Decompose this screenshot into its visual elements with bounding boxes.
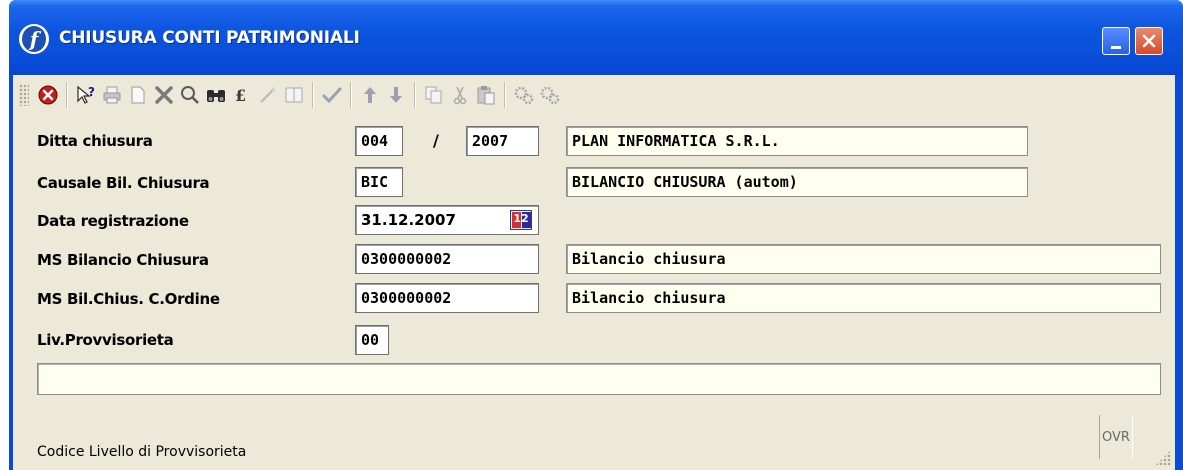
- message-bar: [37, 363, 1161, 395]
- ms-ordine-label: MS Bil.Chius. C.Ordine: [37, 290, 220, 308]
- copy-button[interactable]: [421, 81, 447, 109]
- ditta-separator: /: [433, 131, 439, 150]
- exit-icon: [38, 85, 58, 105]
- causale-code-field[interactable]: BIC: [355, 167, 403, 197]
- minimize-icon: [1111, 45, 1121, 49]
- ms-bilancio-label: MS Bilancio Chiusura: [37, 251, 209, 269]
- overwrite-mode-indicator: OVR: [1099, 415, 1133, 459]
- toolbar-grip[interactable]: [19, 84, 29, 106]
- lookup-icon: £: [235, 86, 246, 105]
- lookup-button[interactable]: £: [229, 81, 255, 109]
- minimize-button[interactable]: [1102, 27, 1130, 55]
- cut-button[interactable]: [447, 81, 473, 109]
- confirm-icon: [322, 87, 342, 104]
- gears-alt-icon: [540, 86, 560, 105]
- ms-bilancio-description-field: Bilancio chiusura: [566, 244, 1161, 274]
- confirm-button[interactable]: [319, 81, 345, 109]
- causale-label: Causale Bil. Chiusura: [37, 174, 210, 192]
- ms-ordine-description-field: Bilancio chiusura: [566, 283, 1161, 313]
- gears-button[interactable]: [511, 81, 537, 109]
- arrow-down-icon: [390, 87, 402, 103]
- ditta-code-field[interactable]: 004: [355, 126, 403, 156]
- ditta-year-field[interactable]: 2007: [466, 126, 539, 156]
- gears-icon: [514, 86, 534, 105]
- delete-button[interactable]: [151, 81, 177, 109]
- gears-alt-button[interactable]: [537, 81, 563, 109]
- close-button[interactable]: [1135, 27, 1163, 55]
- arrow-down-button[interactable]: [383, 81, 409, 109]
- close-icon: [1142, 34, 1156, 48]
- columns-icon: [285, 87, 303, 103]
- search-button[interactable]: [177, 81, 203, 109]
- new-button[interactable]: [125, 81, 151, 109]
- toolbar-separator: [350, 82, 352, 108]
- title-bar[interactable]: f CHIUSURA CONTI PATRIMONIALI: [9, 0, 1183, 75]
- svg-text:?: ?: [88, 85, 95, 99]
- toolbar: ? £: [13, 75, 1175, 115]
- help-icon: ?: [77, 85, 95, 104]
- f-logo-icon[interactable]: f: [19, 24, 49, 54]
- status-hint: Codice Livello di Provvisorieta: [37, 444, 247, 460]
- app-window: f CHIUSURA CONTI PATRIMONIALI ? £ Ditta …: [9, 0, 1183, 470]
- ditta-description-field: PLAN INFORMATICA S.R.L.: [566, 126, 1028, 156]
- arrow-up-icon: [364, 87, 376, 103]
- exit-button[interactable]: [35, 81, 61, 109]
- paste-button[interactable]: [473, 81, 499, 109]
- ms-ordine-code-field[interactable]: 0300000002: [355, 283, 539, 313]
- new-icon: [131, 86, 145, 104]
- ms-bilancio-code-field[interactable]: 0300000002: [355, 244, 539, 274]
- columns-button[interactable]: [281, 81, 307, 109]
- toolbar-separator: [66, 82, 68, 108]
- livello-field[interactable]: 00: [355, 325, 389, 355]
- toolbar-separator: [312, 82, 314, 108]
- find-button[interactable]: [203, 81, 229, 109]
- help-button[interactable]: ?: [73, 81, 99, 109]
- window-title: CHIUSURA CONTI PATRIMONIALI: [59, 28, 360, 48]
- search-icon: [181, 86, 199, 104]
- causale-description-field: BILANCIO CHIUSURA (autom): [566, 167, 1028, 197]
- cut-icon: [453, 86, 467, 105]
- livello-label: Liv.Provvisorieta: [37, 331, 174, 349]
- print-button[interactable]: [99, 81, 125, 109]
- wand-icon: [260, 87, 276, 103]
- svg-text:£: £: [235, 86, 246, 105]
- arrow-up-button[interactable]: [357, 81, 383, 109]
- find-icon: [207, 90, 225, 102]
- calendar-icon[interactable]: 12: [510, 210, 532, 230]
- toolbar-separator: [504, 82, 506, 108]
- calendar-icon-glyph: 12: [513, 212, 529, 225]
- paste-icon: [477, 86, 495, 105]
- resize-grip[interactable]: [1155, 450, 1171, 466]
- data-registrazione-label: Data registrazione: [37, 212, 189, 230]
- ditta-label: Ditta chiusura: [37, 132, 153, 150]
- delete-icon: [155, 86, 173, 104]
- wand-button[interactable]: [255, 81, 281, 109]
- form-client-area: ? £ Ditta chiusura 004 / 2007 PLAN INFOR…: [13, 75, 1175, 470]
- copy-icon: [425, 86, 442, 104]
- toolbar-separator: [414, 82, 416, 108]
- print-icon: [103, 86, 121, 104]
